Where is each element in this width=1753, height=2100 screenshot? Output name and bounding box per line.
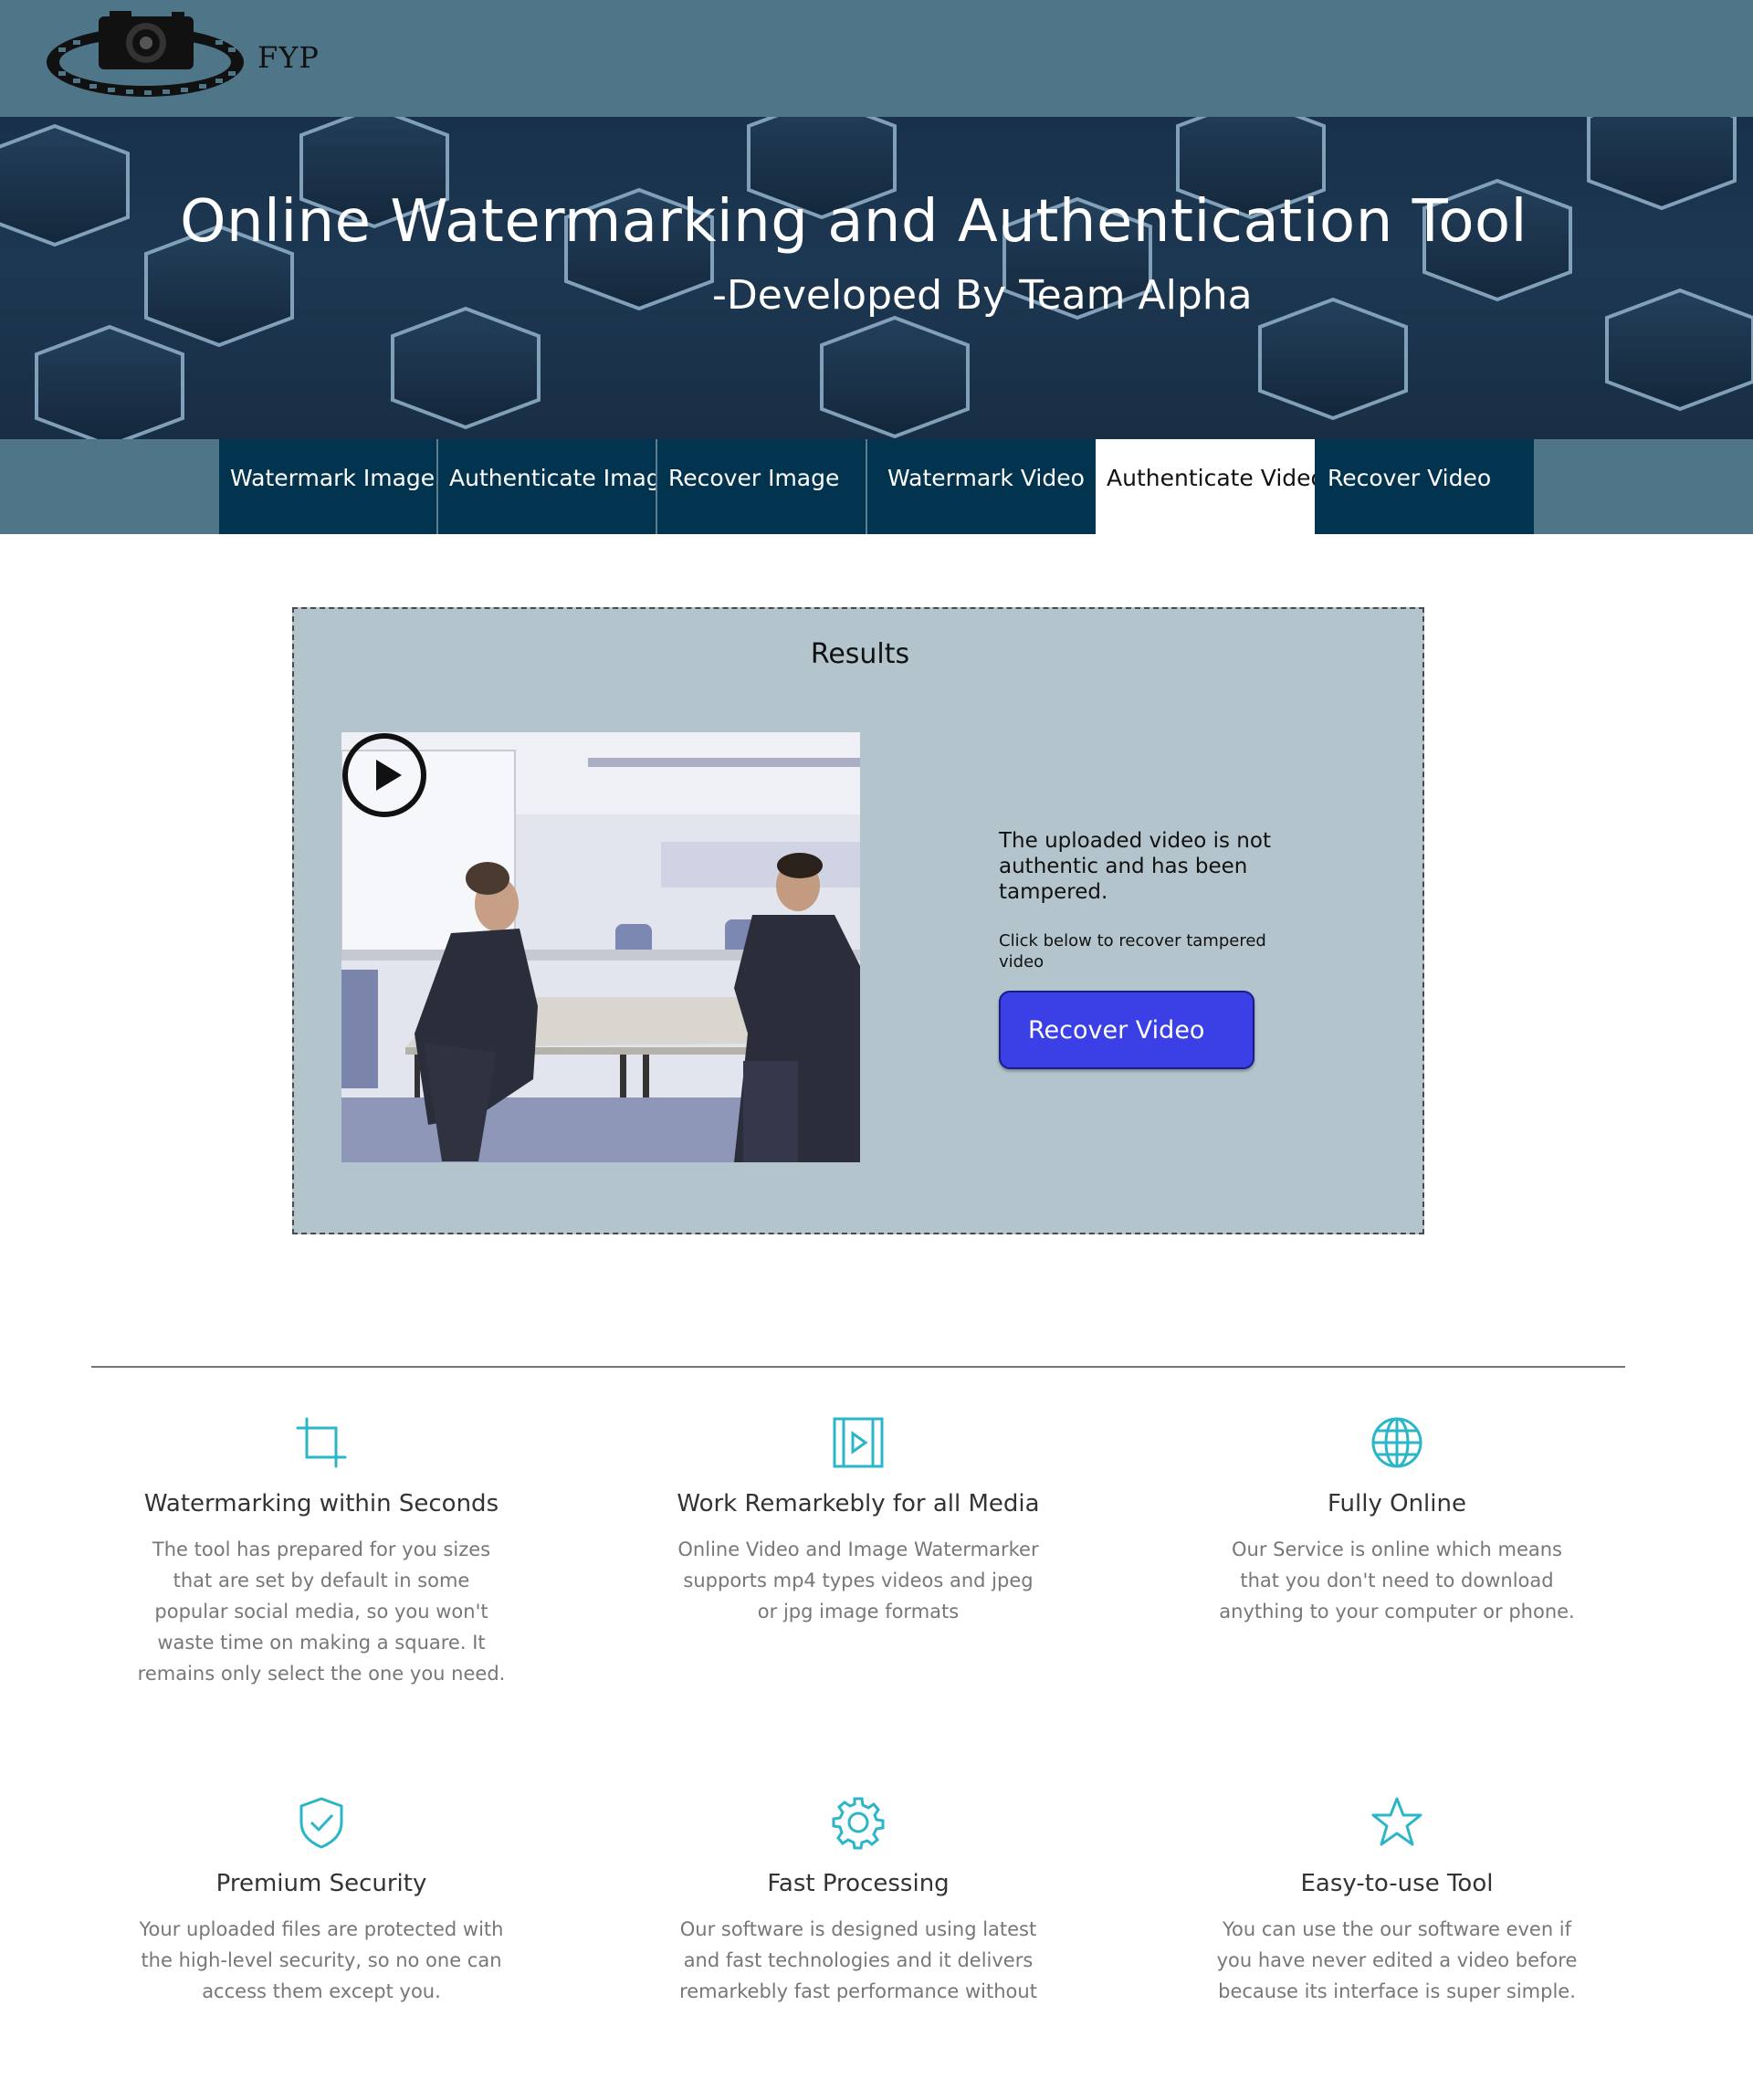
recover-instruction: Click below to recover tampered video xyxy=(999,931,1266,971)
feature-title: Premium Security xyxy=(215,1870,427,1897)
results-panel: Results The uploaded video is not authen… xyxy=(292,607,1424,1234)
feature-title: Easy-to-use Tool xyxy=(1300,1870,1494,1897)
tab-recover-image[interactable]: Recover Image xyxy=(657,439,867,534)
tab-label: Watermark Video xyxy=(887,465,1085,491)
tab-watermark-video[interactable]: Watermark Video xyxy=(867,439,1096,534)
results-title: Results xyxy=(810,638,910,670)
feature-text: Our software is designed using latest an… xyxy=(679,1918,1037,2002)
shield-check-icon xyxy=(299,1797,343,1849)
feature-title: Fast Processing xyxy=(767,1870,950,1897)
video-frame-icon xyxy=(833,1417,884,1468)
crop-icon xyxy=(296,1417,347,1468)
feature-title: Fully Online xyxy=(1328,1490,1466,1517)
gear-icon xyxy=(832,1797,885,1850)
tab-watermark-image[interactable]: Watermark Image xyxy=(219,439,438,534)
authentication-message: The uploaded video is not authentic and … xyxy=(999,829,1271,904)
tab-recover-video[interactable]: Recover Video xyxy=(1315,439,1534,534)
tab-authenticate-image[interactable]: Authenticate Image xyxy=(438,439,675,534)
logo-text: FYP xyxy=(257,40,320,75)
play-icon[interactable] xyxy=(341,732,427,818)
feature-title: Watermarking within Seconds xyxy=(143,1490,499,1517)
section-divider xyxy=(91,1366,1625,1368)
feature-card: Premium Security Your uploaded files are… xyxy=(130,1795,513,2007)
top-bar: FYP xyxy=(0,0,1753,117)
feature-text: Online Video and Image Watermarker suppo… xyxy=(677,1538,1039,1622)
camera-film-logo-icon[interactable] xyxy=(40,9,250,108)
hero-title: Online Watermarking and Authentication T… xyxy=(180,188,1527,256)
feature-text: Your uploaded files are protected with t… xyxy=(139,1918,504,2002)
hero-banner: Online Watermarking and Authentication T… xyxy=(0,117,1753,439)
tab-label: Recover Video xyxy=(1328,465,1492,491)
nav-bar: Watermark Image Authenticate Image Recov… xyxy=(0,439,1753,534)
recover-video-button[interactable]: Recover Video xyxy=(999,991,1254,1069)
feature-card: Easy-to-use Tool You can use the our sof… xyxy=(1205,1795,1589,2007)
feature-card: Work Remarkebly for all Media Online Vid… xyxy=(667,1415,1050,1627)
hero-subtitle: -Developed By Team Alpha xyxy=(712,272,1253,319)
tab-label: Authenticate Image xyxy=(449,465,676,491)
tab-authenticate-video[interactable]: Authenticate Video xyxy=(1096,439,1325,534)
star-icon xyxy=(1371,1797,1422,1846)
tab-label: Authenticate Video xyxy=(1107,465,1325,491)
feature-card: Fully Online Our Service is online which… xyxy=(1205,1415,1589,1627)
feature-text: You can use the our software even if you… xyxy=(1216,1918,1578,2002)
feature-card: Fast Processing Our software is designed… xyxy=(667,1795,1050,2007)
tab-label: Recover Image xyxy=(668,465,840,491)
feature-title: Work Remarkebly for all Media xyxy=(677,1490,1040,1517)
feature-card: Watermarking within Seconds The tool has… xyxy=(130,1415,513,1689)
feature-text: Our Service is online which means that y… xyxy=(1219,1538,1575,1622)
video-player[interactable] xyxy=(341,732,860,1162)
feature-text: The tool has prepared for you sizes that… xyxy=(137,1538,506,1685)
globe-icon xyxy=(1371,1417,1422,1468)
tab-label: Watermark Image xyxy=(230,465,436,491)
